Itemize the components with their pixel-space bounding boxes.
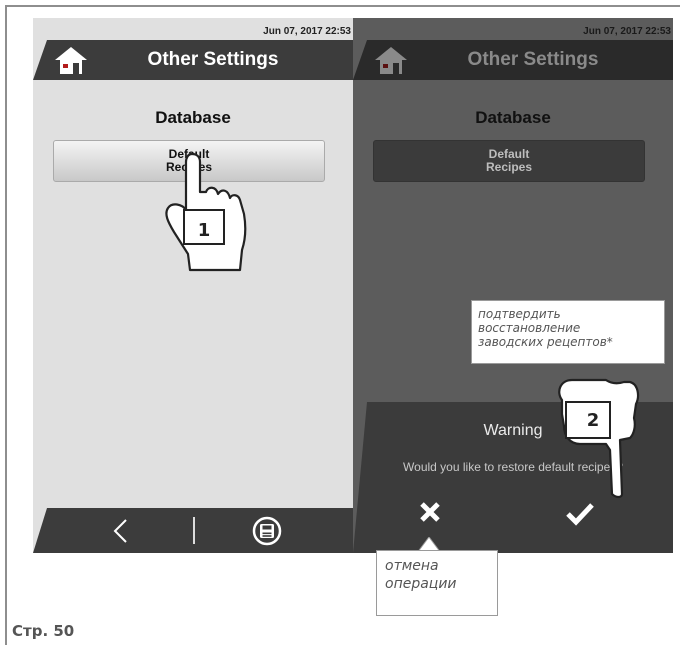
- save-disk-icon[interactable]: [252, 516, 282, 546]
- default-recipes-button: Default Recipes: [373, 140, 645, 182]
- page-number: Стр. 50: [12, 622, 75, 640]
- page-title: Other Settings: [467, 49, 599, 70]
- header-bar: Other Settings: [353, 40, 673, 80]
- close-icon[interactable]: [419, 501, 441, 523]
- confirm-callout: подтвердить восстановление заводских рец…: [471, 300, 665, 364]
- header-bar: Other Settings: [33, 40, 353, 80]
- check-icon[interactable]: [565, 502, 595, 526]
- step-badge: 1: [197, 220, 211, 241]
- section-heading: Database: [155, 108, 231, 127]
- screen-other-settings: Jun 07, 2017 22:53 Other Settings Databa…: [33, 18, 353, 553]
- cancel-callout: отмена операции: [376, 550, 498, 616]
- page-title: Other Settings: [147, 49, 279, 70]
- footer-bar: [33, 508, 353, 553]
- step-badge: 2: [586, 410, 600, 431]
- footer-divider: [193, 517, 195, 544]
- pointing-hand-icon: [165, 152, 247, 272]
- back-chevron-icon[interactable]: [111, 518, 131, 544]
- pointing-hand-icon: [558, 378, 640, 499]
- datetime-label: Jun 07, 2017 22:53: [263, 26, 351, 37]
- section-heading: Database: [475, 108, 551, 127]
- datetime-label: Jun 07, 2017 22:53: [583, 26, 671, 37]
